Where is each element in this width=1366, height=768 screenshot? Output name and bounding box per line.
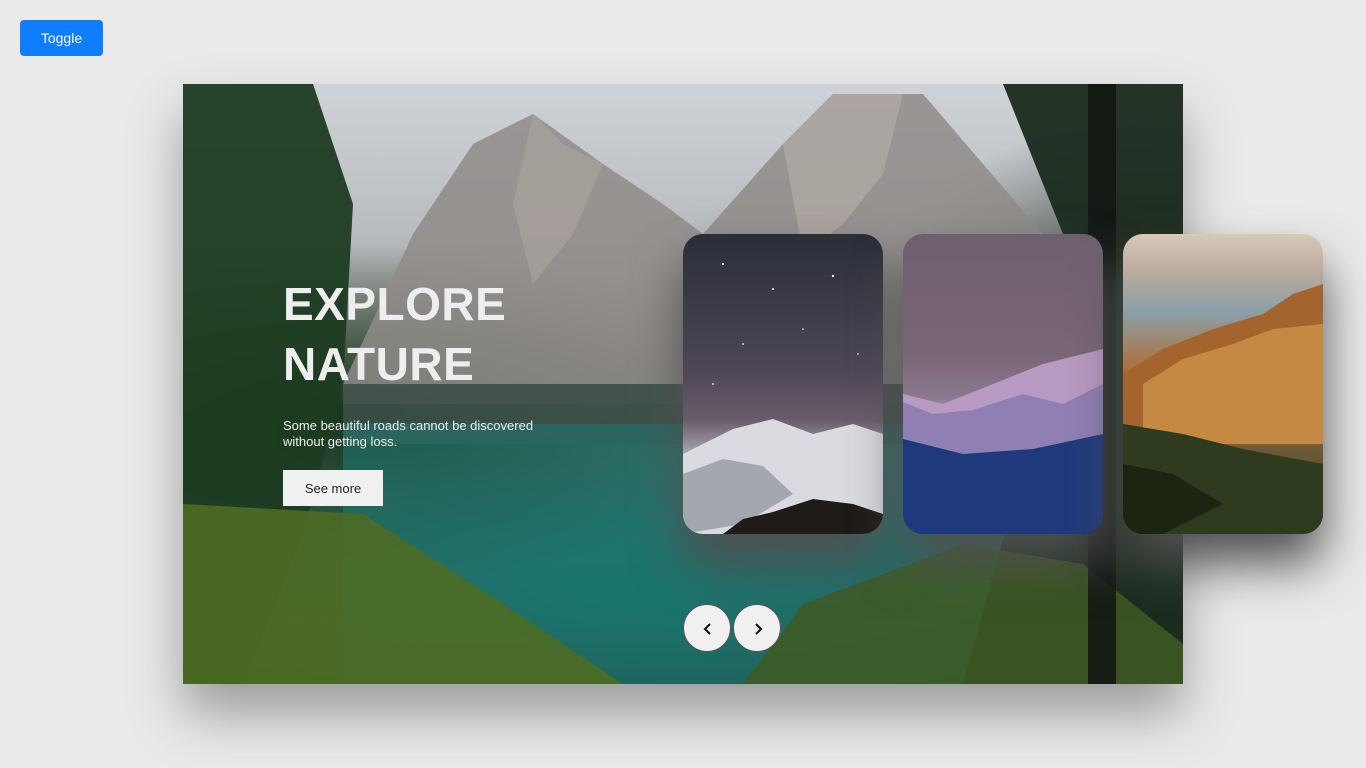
pink-peaks-image: [903, 349, 1103, 534]
chevron-left-icon: [703, 623, 711, 635]
hero-content: EXPLORE NATURE Some beautiful roads cann…: [283, 274, 583, 506]
hero-description: Some beautiful roads cannot be discovere…: [283, 418, 534, 449]
golden-cliffs-image: [1123, 284, 1323, 534]
chevron-right-icon: [755, 623, 763, 635]
starry-mountains-image: [683, 263, 883, 534]
see-more-button[interactable]: See more: [283, 470, 383, 506]
slide-card-golden-cliffs[interactable]: [1123, 234, 1323, 534]
slide-card-starry-mountains[interactable]: [683, 234, 883, 534]
toggle-button[interactable]: Toggle: [20, 20, 103, 56]
next-button[interactable]: [733, 604, 781, 652]
slide-card-pink-peaks[interactable]: [903, 234, 1103, 534]
previous-button[interactable]: [683, 604, 731, 652]
image-slider: EXPLORE NATURE Some beautiful roads cann…: [183, 84, 1323, 684]
hero-title: EXPLORE NATURE: [283, 278, 507, 390]
